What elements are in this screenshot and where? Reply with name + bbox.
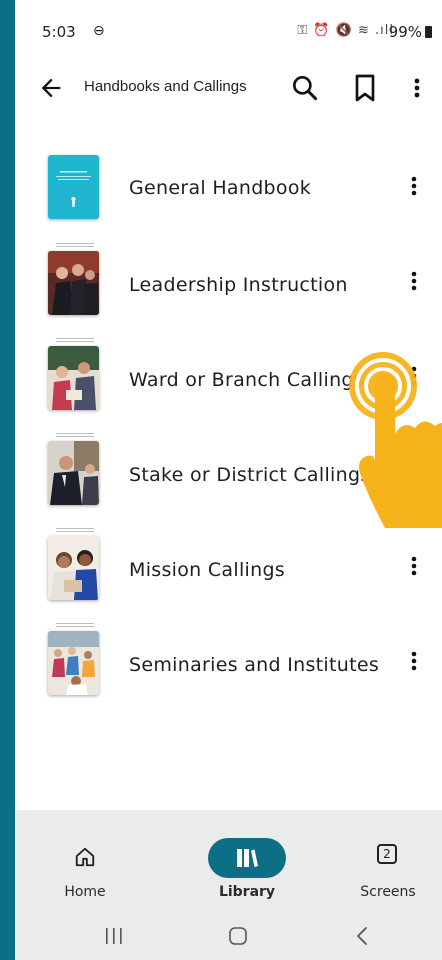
stack-lines [56, 338, 94, 344]
leadership-photo [48, 251, 99, 315]
item-label: Seminaries and Institutes [129, 654, 380, 676]
list-item-seminaries-and-institutes[interactable]: Seminaries and Institutes [15, 613, 442, 708]
more-vert-icon [411, 556, 417, 576]
more-vert-icon [414, 78, 420, 98]
stack-lines [56, 433, 94, 439]
recent-apps-icon[interactable] [103, 926, 125, 946]
back-button[interactable] [37, 74, 65, 102]
stack-lines [56, 623, 94, 629]
arrow-left-icon [41, 78, 61, 98]
home-button-icon[interactable] [227, 925, 249, 947]
search-icon [293, 76, 318, 101]
home-icon [75, 847, 95, 867]
item-label: Mission Callings [129, 559, 286, 581]
list-item-stake-or-district-callings[interactable]: Stake or District Callings [15, 423, 442, 518]
more-vert-icon [411, 461, 417, 481]
item-label: General Handbook [129, 177, 312, 199]
item-label: Ward or Branch Callings [129, 369, 364, 391]
nav-home[interactable]: Home [35, 824, 135, 900]
system-status-icons: ⚿ ⏰ 🔇 ≋ .ıll [297, 23, 394, 38]
nav-library[interactable]: Library [186, 824, 308, 900]
more-vert-icon [411, 271, 417, 291]
item-more-button[interactable] [406, 648, 422, 676]
status-bar: 5:03 ⊖ ⚿ ⏰ 🔇 ≋ .ıll 99% [15, 0, 442, 64]
battery-indicator: 99% [389, 23, 432, 41]
nav-screens-label: Screens [360, 884, 416, 900]
list-item-leadership-instruction[interactable]: Leadership Instruction [15, 233, 442, 328]
battery-icon [425, 26, 432, 38]
nav-library-label: Library [218, 884, 276, 900]
item-more-button[interactable] [406, 458, 422, 486]
back-nav-icon[interactable] [355, 925, 369, 947]
general-handbook-cover [48, 155, 99, 219]
more-vert-icon [411, 176, 417, 196]
stack-lines [56, 243, 94, 249]
mission-callings-photo [48, 536, 99, 600]
system-navigation-bar [15, 906, 442, 960]
nav-home-label: Home [64, 884, 106, 900]
item-more-button[interactable] [406, 553, 422, 581]
more-options-button[interactable] [408, 72, 426, 104]
battery-percent: 99% [388, 23, 422, 41]
list-item-ward-or-branch-callings[interactable]: Ward or Branch Callings [15, 328, 442, 423]
page-title: Handbooks and Callings [84, 78, 247, 95]
search-button[interactable] [289, 72, 321, 104]
item-more-button[interactable] [406, 268, 422, 296]
minus-circle-icon: ⊖ [93, 23, 105, 39]
list-item-general-handbook[interactable]: General Handbook [15, 138, 442, 233]
bookmark-button[interactable] [349, 72, 381, 104]
item-label: Leadership Instruction [129, 274, 348, 296]
more-vert-icon [411, 366, 417, 386]
bottom-navigation: Home Library 2 Screens [15, 810, 442, 906]
list-item-mission-callings[interactable]: Mission Callings [15, 518, 442, 613]
screens-count-icon: 2 [377, 844, 397, 864]
stack-lines [56, 528, 94, 534]
library-books-icon [237, 849, 258, 867]
bookmark-icon [355, 74, 375, 102]
stake-callings-photo [48, 441, 99, 505]
screens-count: 2 [383, 847, 391, 861]
status-time: 5:03 [42, 23, 76, 41]
item-more-button[interactable] [406, 363, 422, 391]
item-label: Stake or District Callings [129, 464, 371, 486]
more-vert-icon [411, 651, 417, 671]
app-screen: 5:03 ⊖ ⚿ ⏰ 🔇 ≋ .ıll 99% Handbooks and Ca… [15, 0, 442, 960]
seminaries-photo [48, 631, 99, 695]
nav-screens[interactable]: 2 Screens [338, 824, 438, 900]
ward-callings-photo [48, 346, 99, 410]
top-app-bar: Handbooks and Callings [15, 64, 442, 112]
item-more-button[interactable] [406, 173, 422, 201]
